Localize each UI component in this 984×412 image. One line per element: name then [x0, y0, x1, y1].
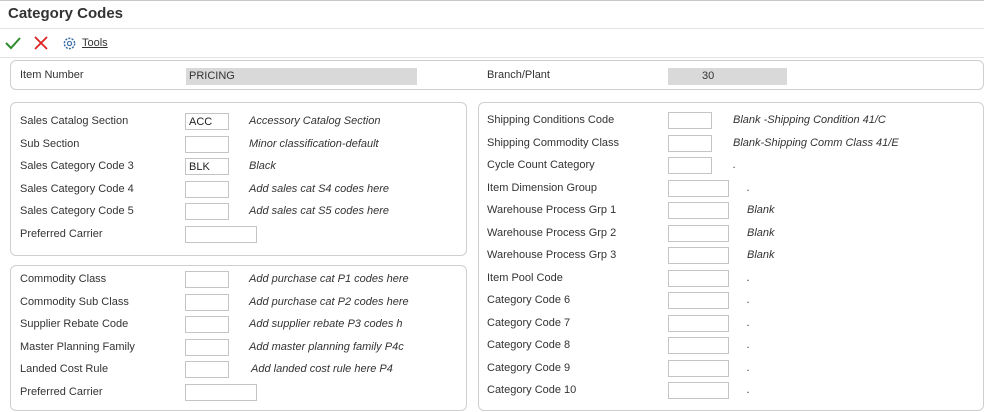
- sales-category-code-4-label: Sales Category Code 4: [20, 182, 134, 195]
- shipping-conditions-code-description: Blank -Shipping Condition 41/C: [733, 114, 886, 126]
- page-title: Category Codes: [8, 5, 124, 22]
- category-code-6-description: .: [747, 294, 751, 306]
- item-pool-code-description: .: [747, 271, 751, 284]
- shipping-commodity-class-description: Blank-Shipping Comm Class 41/E: [733, 136, 899, 149]
- sales-category-code-4-description: Add sales cat S4 codes here: [249, 182, 390, 195]
- commodity-class-label: Commodity Class: [20, 273, 107, 285]
- commodity-class-input[interactable]: [185, 271, 229, 288]
- cancel-x-icon[interactable]: [32, 34, 50, 52]
- category-code-7-label: Category Code 7: [487, 316, 571, 329]
- supplier-rebate-code-description: Add supplier rebate P3 codes h: [249, 318, 403, 330]
- preferred-carrier-input[interactable]: [185, 225, 257, 243]
- landed-cost-rule-label: Landed Cost Rule: [20, 363, 109, 375]
- branch-plant-label: Branch/Plant: [487, 69, 550, 81]
- preferred-carrier-label: Preferred Carrier: [20, 227, 103, 240]
- item-dimension-group-label: Item Dimension Group: [487, 181, 598, 194]
- commodity-class-description: Add purchase cat P1 codes here: [249, 273, 409, 285]
- sales-catalog-section-input[interactable]: [185, 113, 229, 130]
- category-code-7-input[interactable]: [668, 314, 729, 332]
- commodity-sub-class-label: Commodity Sub Class: [20, 295, 129, 308]
- warehouse-process-grp-1-label: Warehouse Process Grp 1: [487, 204, 617, 216]
- window-top-border: [0, 0, 984, 1]
- warehouse-process-grp-2-input[interactable]: [668, 224, 729, 242]
- item-pool-code-label: Item Pool Code: [487, 271, 563, 284]
- sales-catalog-section-label: Sales Catalog Section: [20, 115, 129, 127]
- warehouse-process-grp-2-label: Warehouse Process Grp 2: [487, 226, 617, 239]
- preferred-carrier-label: Preferred Carrier: [20, 385, 103, 398]
- shipping-commodity-class-input[interactable]: [668, 134, 712, 152]
- sales-category-code-4-input[interactable]: [185, 180, 229, 198]
- cycle-count-category-input[interactable]: [668, 157, 712, 174]
- sales-category-code-3-label: Sales Category Code 3: [20, 160, 134, 172]
- preferred-carrier-input[interactable]: [185, 383, 257, 401]
- branch-plant-field: 30: [668, 68, 787, 85]
- cycle-count-category-label: Cycle Count Category: [487, 159, 595, 171]
- supplier-rebate-code-input[interactable]: [185, 316, 229, 333]
- supplier-rebate-code-label: Supplier Rebate Code: [20, 318, 129, 330]
- category-code-10-label: Category Code 10: [487, 384, 577, 396]
- cycle-count-category-description: .: [733, 159, 737, 171]
- commodity-sub-class-description: Add purchase cat P2 codes here: [249, 295, 409, 308]
- category-code-8-input[interactable]: [668, 337, 729, 354]
- commodity-sub-class-input[interactable]: [185, 293, 229, 311]
- landed-cost-rule-description: Add landed cost rule here P4: [251, 363, 393, 375]
- item-number-field: PRICING: [186, 68, 417, 85]
- sub-section-label: Sub Section: [20, 137, 80, 150]
- shipping-commodity-class-label: Shipping Commodity Class: [487, 136, 620, 149]
- tools-label: Tools: [82, 37, 108, 49]
- item-dimension-group-description: .: [747, 181, 751, 194]
- shipping-conditions-code-input[interactable]: [668, 112, 712, 129]
- sales-category-code-5-input[interactable]: [185, 203, 229, 220]
- warehouse-process-grp-3-label: Warehouse Process Grp 3: [487, 249, 617, 261]
- master-planning-family-description: Add master planning family P4c: [249, 340, 404, 353]
- category-code-8-description: .: [747, 339, 751, 351]
- warehouse-process-grp-1-input[interactable]: [668, 202, 729, 219]
- sales-catalog-section-description: Accessory Catalog Section: [249, 115, 381, 127]
- item-number-label: Item Number: [20, 69, 84, 81]
- master-planning-family-input[interactable]: [185, 338, 229, 356]
- category-code-6-label: Category Code 6: [487, 294, 571, 306]
- category-code-9-label: Category Code 9: [487, 361, 571, 374]
- sub-section-input[interactable]: [185, 135, 229, 153]
- category-code-10-description: .: [747, 384, 751, 396]
- toolbar: Tools: [0, 28, 984, 58]
- sales-category-code-5-label: Sales Category Code 5: [20, 205, 134, 217]
- sales-category-code-3-description: Black: [249, 160, 276, 172]
- ok-checkmark-icon[interactable]: [4, 34, 22, 52]
- category-code-10-input[interactable]: [668, 382, 729, 399]
- sales-category-panel: Sales Catalog Section Accessory Catalog S…: [10, 102, 467, 256]
- item-dimension-group-input[interactable]: [668, 179, 729, 197]
- warehouse-process-grp-2-description: Blank: [747, 226, 775, 239]
- category-code-7-description: .: [747, 316, 751, 329]
- item-pool-code-input[interactable]: [668, 269, 729, 287]
- gear-icon: [63, 37, 76, 49]
- warehouse-process-grp-3-input[interactable]: [668, 247, 729, 264]
- master-planning-family-label: Master Planning Family: [20, 340, 135, 353]
- warehouse-process-grp-3-description: Blank: [747, 249, 775, 261]
- shipping-conditions-code-label: Shipping Conditions Code: [487, 114, 615, 126]
- sales-category-code-3-input[interactable]: [185, 158, 229, 175]
- landed-cost-rule-input[interactable]: [185, 361, 229, 378]
- header-panel: Item Number PRICING Branch/Plant 30: [10, 60, 984, 90]
- warehouse-process-grp-1-description: Blank: [747, 204, 775, 216]
- category-code-9-input[interactable]: [668, 359, 729, 377]
- sales-category-code-5-description: Add sales cat S5 codes here: [249, 205, 390, 217]
- sub-section-description: Minor classification-default: [249, 137, 379, 150]
- tools-menu-button[interactable]: Tools: [62, 35, 108, 51]
- category-code-9-description: .: [747, 361, 751, 374]
- shipping-category-panel: Shipping Conditions Code Blank -Shipping …: [478, 102, 984, 411]
- purchasing-category-panel: Commodity Class Add purchase cat P1 codes…: [10, 265, 467, 411]
- category-code-8-label: Category Code 8: [487, 339, 571, 351]
- category-code-6-input[interactable]: [668, 292, 729, 309]
